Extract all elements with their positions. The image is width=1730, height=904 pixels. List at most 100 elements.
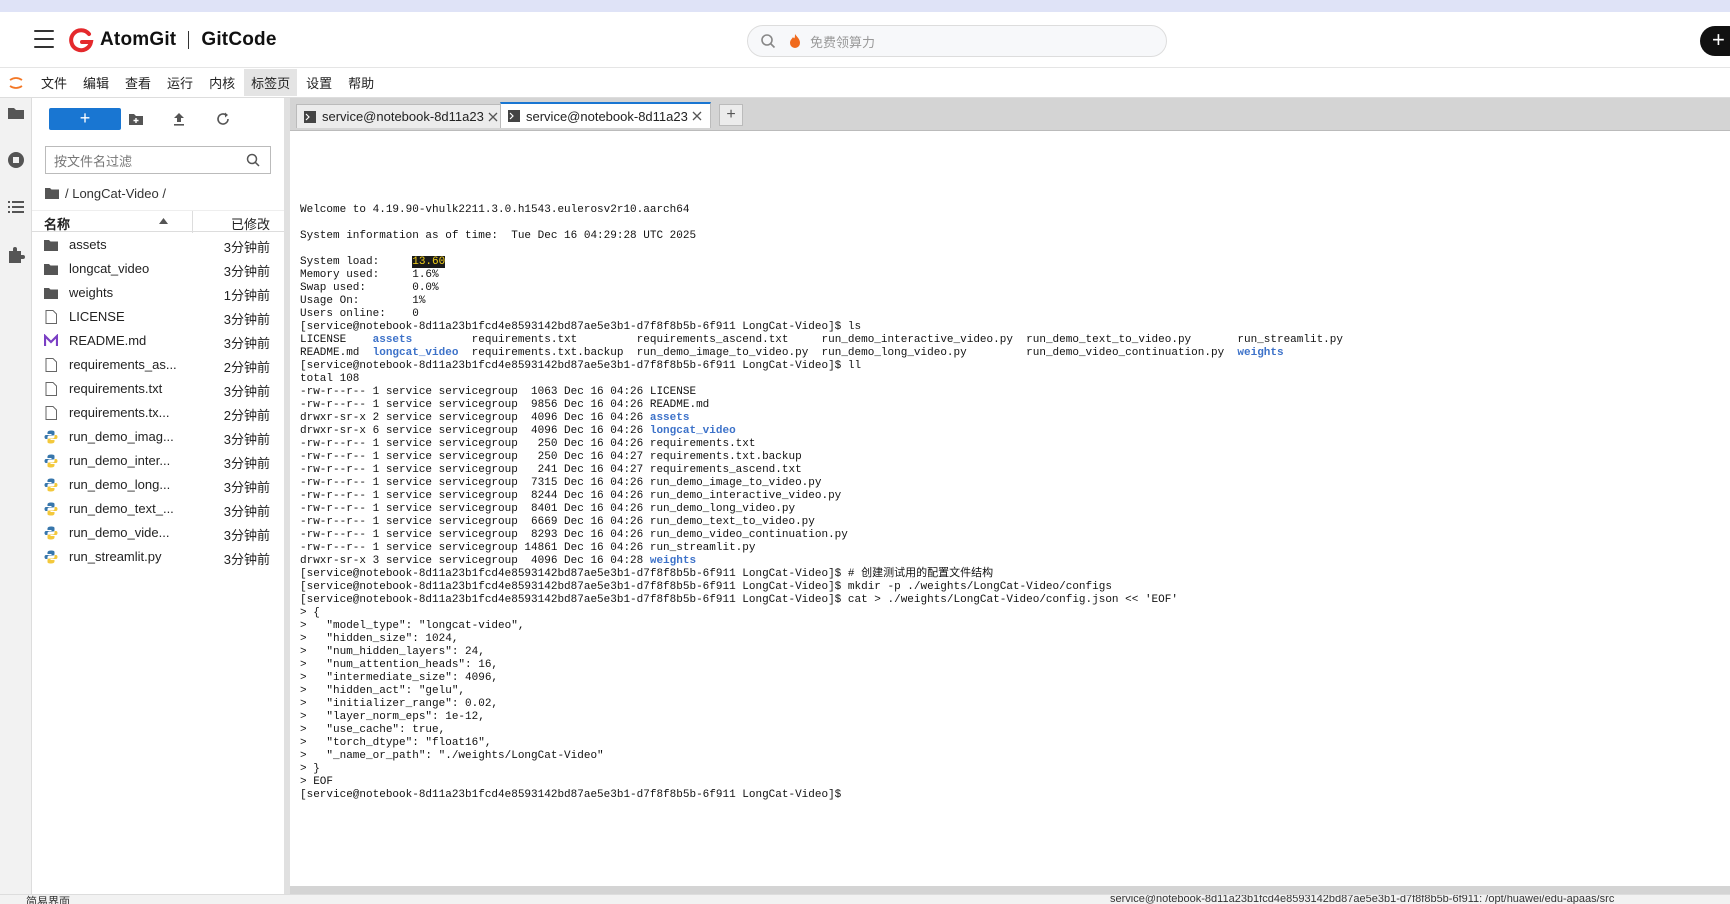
- file-row[interactable]: requirements.tx... 2分钟前: [32, 401, 284, 425]
- terminal-line: [service@notebook-8d11a23b1fcd4e8593142b…: [300, 360, 1720, 373]
- file-name: assets: [69, 237, 107, 252]
- file-row[interactable]: run_streamlit.py 3分钟前: [32, 545, 284, 569]
- new-launcher-button[interactable]: +: [49, 108, 121, 130]
- file-row[interactable]: assets 3分钟前: [32, 233, 284, 257]
- terminal-text: -rw-r--r-- 1 service servicegroup 1063 D…: [300, 386, 697, 398]
- terminal-output[interactable]: Welcome to 4.19.90-vhulk2211.3.0.h1543.e…: [300, 165, 1720, 885]
- terminal-text: -rw-r--r-- 1 service servicegroup 8401 D…: [300, 503, 796, 515]
- file-row[interactable]: run_demo_vide... 3分钟前: [32, 521, 284, 545]
- terminal-text: > "num_attention_heads": 16,: [300, 659, 499, 671]
- terminal-text: > {: [300, 607, 320, 619]
- top-stripe: [0, 0, 1730, 12]
- file-modified: 1分钟前: [223, 288, 270, 303]
- file-browser: + 按文件名过滤 / LongCat-Video / 名称 已修改 assets: [32, 98, 284, 894]
- terminal-line: drwxr-sr-x 6 service servicegroup 4096 D…: [300, 425, 1720, 438]
- python-icon: [44, 526, 58, 540]
- terminal-line: -rw-r--r-- 1 service servicegroup 7315 D…: [300, 477, 1720, 490]
- search-box[interactable]: 免费领算力: [747, 25, 1167, 57]
- sort-ascending-icon[interactable]: [159, 218, 168, 224]
- file-row[interactable]: LICENSE 3分钟前: [32, 305, 284, 329]
- file-row[interactable]: weights 1分钟前: [32, 281, 284, 305]
- terminal-text: Swap used: 0.0%: [300, 282, 439, 294]
- file-name: longcat_video: [69, 261, 150, 276]
- terminal-text: > "torch_dtype": "float16",: [300, 737, 492, 749]
- extensions-puzzle-icon[interactable]: [7, 246, 25, 264]
- terminal-directory-name: weights: [1237, 347, 1284, 359]
- upload-icon[interactable]: [171, 111, 187, 127]
- menu-run[interactable]: 运行: [160, 69, 200, 96]
- file-filter-input[interactable]: 按文件名过滤: [45, 146, 271, 174]
- menu-tabs[interactable]: 标签页: [244, 69, 298, 96]
- hamburger-menu-icon[interactable]: [34, 30, 54, 48]
- python-icon: [44, 430, 58, 444]
- folder-icon: [44, 264, 58, 275]
- terminal-line: Welcome to 4.19.90-vhulk2211.3.0.h1543.e…: [300, 204, 1720, 217]
- file-row[interactable]: run_demo_imag... 3分钟前: [32, 425, 284, 449]
- status-path: service@notebook-8d11a23b1fcd4e8593142bd…: [1110, 894, 1615, 904]
- markdown-icon: [44, 334, 58, 346]
- terminal-text: drwxr-sr-x 2 service servicegroup 4096 D…: [300, 412, 650, 424]
- refresh-icon[interactable]: [215, 111, 231, 127]
- simple-mode-label[interactable]: 简易界面: [26, 895, 70, 904]
- terminal-line: drwxr-sr-x 2 service servicegroup 4096 D…: [300, 412, 1720, 425]
- breadcrumb[interactable]: / LongCat-Video /: [45, 183, 166, 203]
- terminal-text: -rw-r--r-- 1 service servicegroup 250 De…: [300, 438, 756, 450]
- file-name: requirements.tx...: [69, 405, 170, 420]
- column-modified[interactable]: 已修改: [231, 214, 270, 233]
- file-modified: 2分钟前: [223, 408, 270, 423]
- menu-kernel[interactable]: 内核: [202, 69, 242, 96]
- python-icon: [44, 550, 58, 564]
- terminal-line: -rw-r--r-- 1 service servicegroup 14861 …: [300, 542, 1720, 555]
- close-icon[interactable]: [488, 112, 498, 122]
- menu-settings[interactable]: 设置: [299, 69, 339, 96]
- column-name[interactable]: 名称: [44, 214, 70, 233]
- menu-file[interactable]: 文件: [34, 69, 74, 96]
- python-icon: [44, 454, 58, 468]
- menu-view[interactable]: 查看: [118, 69, 158, 96]
- file-icon: [45, 310, 57, 324]
- new-folder-icon[interactable]: [128, 111, 144, 127]
- terminal-line: > "use_cache": true,: [300, 724, 1720, 737]
- terminal-text: > "layer_norm_eps": 1e-12,: [300, 711, 485, 723]
- terminal-line: -rw-r--r-- 1 service servicegroup 8244 D…: [300, 490, 1720, 503]
- file-row[interactable]: requirements.txt 3分钟前: [32, 377, 284, 401]
- column-divider[interactable]: [192, 211, 193, 233]
- running-kernels-icon[interactable]: [7, 151, 25, 169]
- terminal-text: System information as of time: Tue Dec 1…: [300, 230, 697, 242]
- terminal-text: > "intermediate_size": 4096,: [300, 672, 499, 684]
- terminal-text: [service@notebook-8d11a23b1fcd4e8593142b…: [300, 594, 1178, 606]
- terminal-text: Users online: 0: [300, 308, 419, 320]
- new-tab-button[interactable]: +: [719, 104, 743, 126]
- file-row[interactable]: longcat_video 3分钟前: [32, 257, 284, 281]
- close-icon[interactable]: [692, 111, 702, 121]
- terminal-line: -rw-r--r-- 1 service servicegroup 6669 D…: [300, 516, 1720, 529]
- file-row[interactable]: requirements_as... 2分钟前: [32, 353, 284, 377]
- terminal-line: -rw-r--r-- 1 service servicegroup 1063 D…: [300, 386, 1720, 399]
- terminal-text: requirements.txt.backup run_demo_image_t…: [458, 347, 1238, 359]
- search-placeholder: 免费领算力: [810, 34, 876, 50]
- site-header: AtomGit GitCode 免费领算力 +: [0, 12, 1730, 68]
- file-row[interactable]: run_demo_text_... 3分钟前: [32, 497, 284, 521]
- site-logo[interactable]: AtomGit GitCode: [68, 26, 277, 54]
- menubar: 文件 编辑 查看 运行 内核 标签页 设置 帮助: [0, 68, 1730, 98]
- terminal-line: [service@notebook-8d11a23b1fcd4e8593142b…: [300, 594, 1720, 607]
- folder-icon[interactable]: [7, 104, 25, 122]
- table-of-contents-icon[interactable]: [7, 198, 25, 216]
- tab-terminal-1[interactable]: service@notebook-8d11a23b1: [296, 104, 507, 128]
- terminal-text: LICENSE: [300, 334, 373, 346]
- terminal-panel[interactable]: Welcome to 4.19.90-vhulk2211.3.0.h1543.e…: [290, 130, 1730, 886]
- tab-label: service@notebook-8d11a23b1: [526, 108, 688, 124]
- tab-terminal-2[interactable]: service@notebook-8d11a23b1: [500, 102, 711, 128]
- file-row[interactable]: run_demo_long... 3分钟前: [32, 473, 284, 497]
- fire-icon: [790, 34, 800, 48]
- file-name: run_demo_vide...: [69, 525, 170, 540]
- file-row[interactable]: README.md 3分钟前: [32, 329, 284, 353]
- create-plus-button[interactable]: +: [1700, 26, 1730, 56]
- file-browser-toolbar: +: [32, 106, 284, 132]
- file-list-header: 名称 已修改: [32, 210, 284, 233]
- file-row[interactable]: run_demo_inter... 3分钟前: [32, 449, 284, 473]
- menu-help[interactable]: 帮助: [341, 69, 381, 96]
- menu-edit[interactable]: 编辑: [76, 69, 116, 96]
- terminal-icon: [304, 110, 316, 123]
